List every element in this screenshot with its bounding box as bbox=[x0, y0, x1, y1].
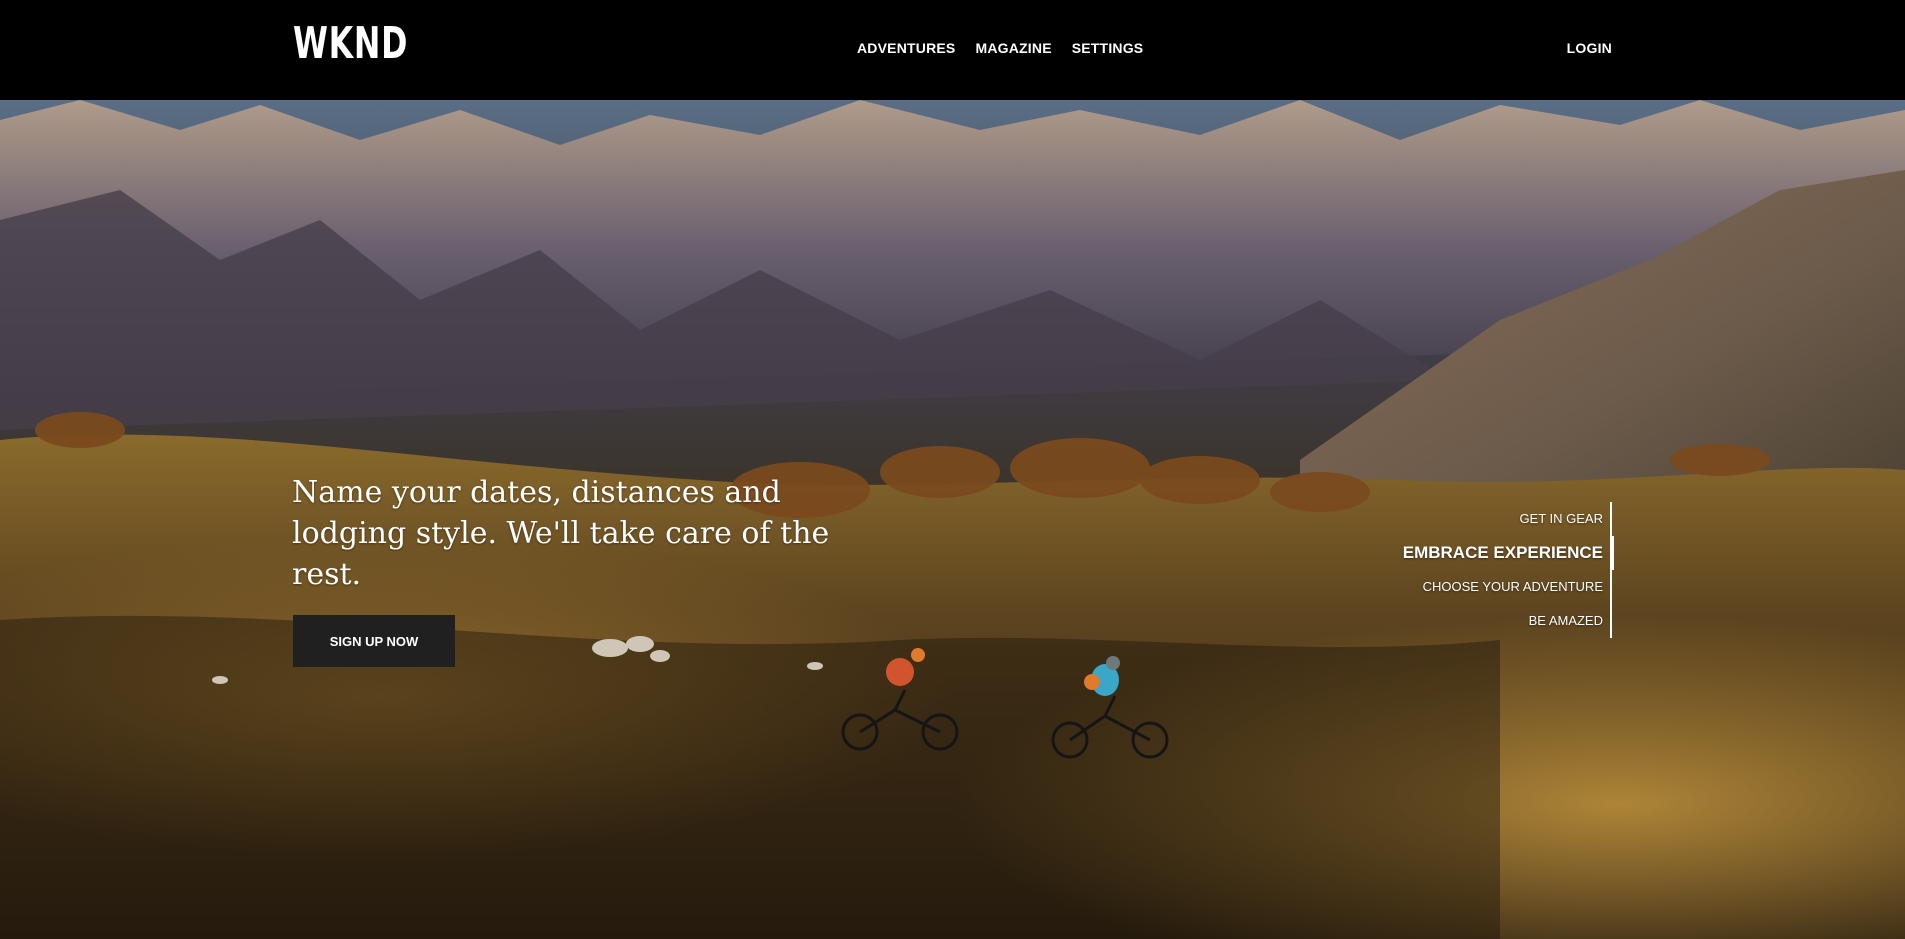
site-header: WKND ADVENTURES MAGAZINE SETTINGS LOGIN bbox=[0, 0, 1905, 100]
wknd-logo[interactable]: WKND bbox=[293, 22, 408, 66]
active-step-indicator bbox=[1610, 536, 1614, 570]
hero-steps-nav: GET IN GEAR EMBRACE EXPERIENCE CHOOSE YO… bbox=[1370, 502, 1614, 638]
sign-up-button[interactable]: SIGN UP NOW bbox=[293, 615, 455, 667]
hero-background-image bbox=[0, 100, 1905, 939]
hero-banner: Name your dates, distances and lodging s… bbox=[0, 100, 1905, 939]
login-link[interactable]: LOGIN bbox=[1567, 40, 1612, 56]
step-choose-your-adventure[interactable]: CHOOSE YOUR ADVENTURE bbox=[1370, 570, 1610, 604]
nav-item-settings[interactable]: SETTINGS bbox=[1072, 40, 1144, 56]
step-get-in-gear[interactable]: GET IN GEAR bbox=[1370, 502, 1610, 536]
main-nav: ADVENTURES MAGAZINE SETTINGS bbox=[857, 40, 1143, 56]
nav-item-magazine[interactable]: MAGAZINE bbox=[975, 40, 1051, 56]
step-embrace-experience[interactable]: EMBRACE EXPERIENCE bbox=[1370, 536, 1610, 570]
step-be-amazed[interactable]: BE AMAZED bbox=[1370, 604, 1610, 638]
nav-item-adventures[interactable]: ADVENTURES bbox=[857, 40, 955, 56]
hero-headline: Name your dates, distances and lodging s… bbox=[292, 475, 830, 592]
